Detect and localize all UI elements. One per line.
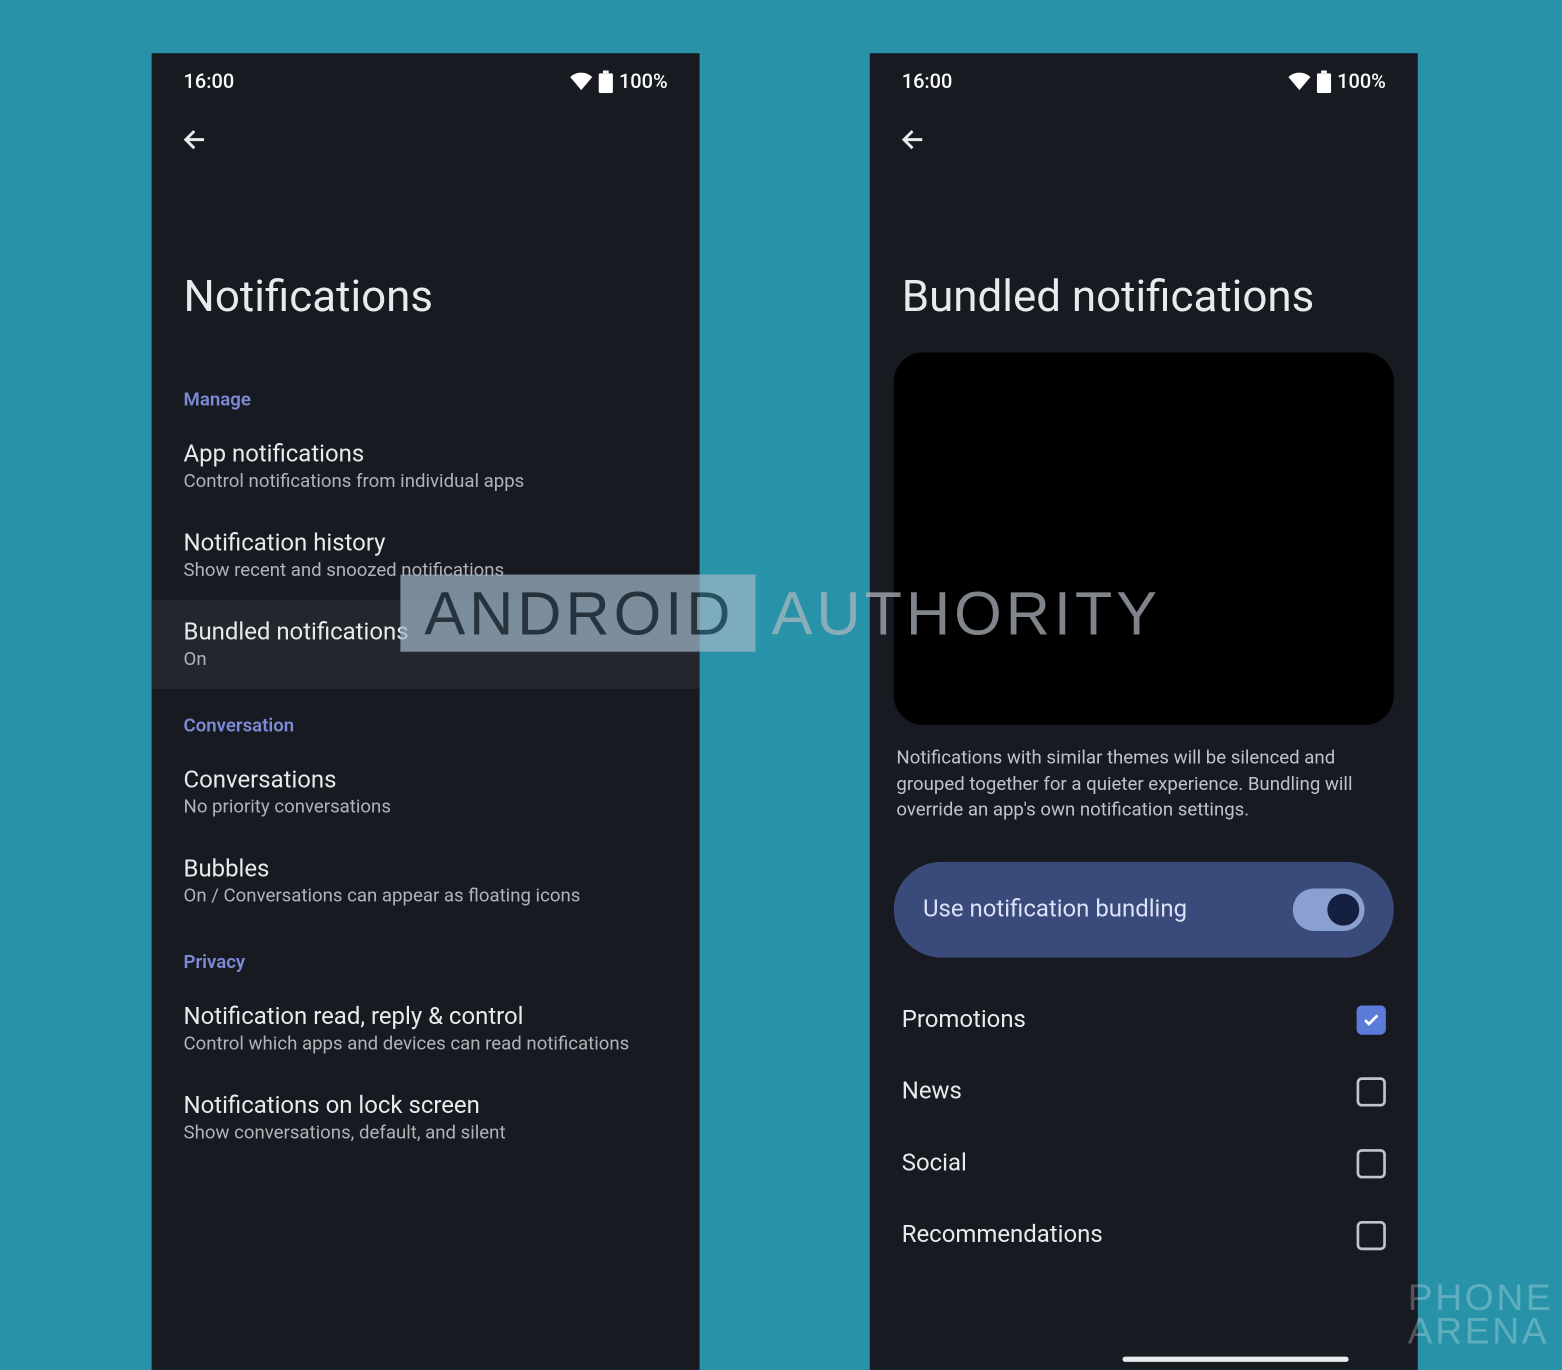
setting-title: Bundled notifications (184, 618, 668, 646)
toggle-label: Use notification bundling (923, 895, 1187, 923)
category-row-social[interactable]: Social (870, 1128, 1418, 1200)
setting-sub: Control which apps and devices can read … (184, 1033, 668, 1054)
setting-notification-history[interactable]: Notification history Show recent and sno… (152, 511, 700, 600)
watermark-corner: PHONE ARENA (1408, 1280, 1554, 1347)
category-label: Promotions (902, 1006, 1026, 1034)
checkbox-icon[interactable] (1357, 1221, 1386, 1250)
section-header-conversation: Conversation (152, 689, 700, 748)
page-title: Notifications (152, 173, 700, 363)
setting-sub: Show recent and snoozed notifications (184, 560, 668, 581)
setting-sub: On (184, 649, 668, 670)
setting-title: Notification history (184, 529, 668, 557)
checkbox-icon[interactable] (1357, 1077, 1386, 1106)
setting-title: App notifications (184, 440, 668, 468)
section-header-privacy: Privacy (152, 926, 700, 985)
phone-right: 16:00 100% Bundled notifications Notific… (870, 53, 1418, 1370)
status-bar: 16:00 100% (870, 53, 1418, 106)
battery-percent: 100% (1337, 69, 1386, 93)
setting-sub: No priority conversations (184, 797, 668, 818)
status-bar: 16:00 100% (152, 53, 700, 106)
battery-percent: 100% (619, 69, 668, 93)
setting-read-reply-control[interactable]: Notification read, reply & control Contr… (152, 984, 700, 1073)
app-bar (870, 106, 1418, 173)
setting-conversations[interactable]: Conversations No priority conversations (152, 747, 700, 836)
nav-indicator (1123, 1357, 1349, 1362)
category-label: Recommendations (902, 1221, 1103, 1249)
category-row-recommendations[interactable]: Recommendations (870, 1199, 1418, 1271)
switch-icon (1293, 888, 1365, 931)
setting-sub: On / Conversations can appear as floatin… (184, 886, 668, 907)
battery-icon (1317, 70, 1332, 93)
wifi-icon (1288, 72, 1312, 91)
preview-card (894, 352, 1394, 724)
page-title: Bundled notifications (870, 173, 1418, 342)
setting-app-notifications[interactable]: App notifications Control notifications … (152, 422, 700, 511)
checkbox-icon[interactable] (1357, 1149, 1386, 1178)
category-label: Social (902, 1149, 967, 1177)
battery-icon (599, 70, 614, 93)
category-row-news[interactable]: News (870, 1056, 1418, 1128)
back-icon[interactable] (899, 125, 928, 154)
wifi-icon (570, 72, 594, 91)
setting-sub: Control notifications from individual ap… (184, 471, 668, 492)
setting-title: Notifications on lock screen (184, 1092, 668, 1120)
phone-left: 16:00 100% Notifications Manage App noti… (152, 53, 700, 1370)
setting-lockscreen-notifications[interactable]: Notifications on lock screen Show conver… (152, 1073, 700, 1162)
category-row-promotions[interactable]: Promotions (870, 984, 1418, 1056)
setting-title: Conversations (184, 766, 668, 794)
section-header-manage: Manage (152, 363, 700, 422)
setting-bubbles[interactable]: Bubbles On / Conversations can appear as… (152, 837, 700, 926)
category-label: News (902, 1078, 962, 1106)
status-time: 16:00 (184, 69, 235, 93)
bundling-description: Notifications with similar themes will b… (870, 741, 1418, 848)
setting-title: Notification read, reply & control (184, 1003, 668, 1031)
setting-bundled-notifications[interactable]: Bundled notifications On (152, 600, 700, 689)
watermark-corner-l1: PHONE (1408, 1280, 1554, 1313)
status-icons: 100% (570, 69, 668, 93)
back-icon[interactable] (181, 125, 210, 154)
setting-title: Bubbles (184, 855, 668, 883)
toggle-use-bundling[interactable]: Use notification bundling (894, 862, 1394, 958)
status-time: 16:00 (902, 69, 953, 93)
setting-sub: Show conversations, default, and silent (184, 1123, 668, 1144)
checkbox-icon[interactable] (1357, 1005, 1386, 1034)
watermark-corner-l2: ARENA (1408, 1314, 1554, 1347)
status-icons: 100% (1288, 69, 1386, 93)
app-bar (152, 106, 700, 173)
